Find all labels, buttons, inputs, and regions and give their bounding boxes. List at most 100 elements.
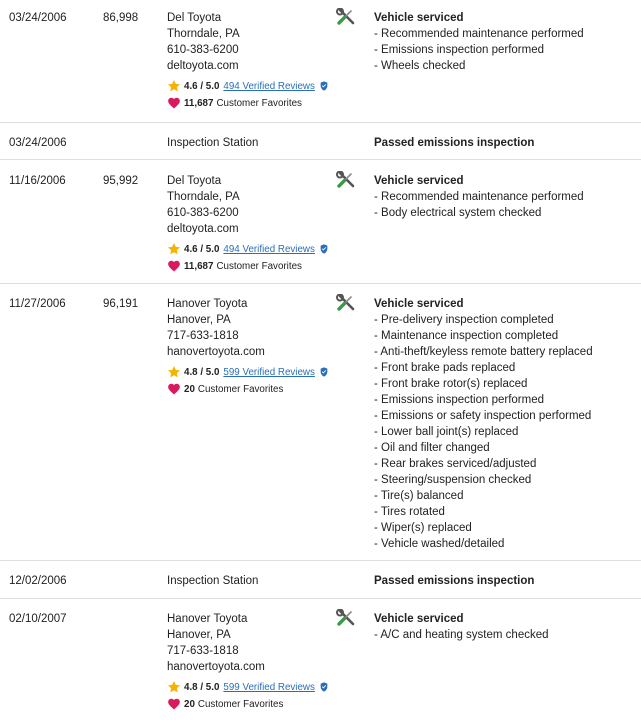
service-item: - Emissions inspection performed <box>374 394 545 406</box>
service-item: - Rear brakes serviced/adjusted <box>374 458 537 470</box>
service-item: - Steering/suspension checked <box>374 474 532 486</box>
service-title: Vehicle serviced <box>374 613 464 625</box>
dealer-phone: 717-633-1818 <box>167 645 239 657</box>
history-row: 03/24/2006 Inspection Station Passed emiss… <box>0 123 641 160</box>
dealer-rating: 4.6 / 5.0 494 Verified Reviews <box>167 78 329 94</box>
dealer-website: deltoyota.com <box>167 223 239 235</box>
service-item: - Front brake rotor(s) replaced <box>374 378 528 390</box>
service-details: Vehicle serviced - Recommended maintenanc… <box>374 10 639 74</box>
service-title: Passed emissions inspection <box>374 575 535 587</box>
record-source: Hanover Toyota Hanover, PA 717-633-1818 han… <box>167 611 329 712</box>
dealer-name: Del Toyota <box>167 12 222 24</box>
service-item: - Tire(s) balanced <box>374 490 464 502</box>
history-row: 03/24/2006 86,998 Del Toyota Thorndale, PA 6… <box>0 0 641 123</box>
service-tools-icon <box>336 170 356 191</box>
dealer-name: Del Toyota <box>167 175 222 187</box>
dealer-location: Hanover, PA <box>167 629 231 641</box>
record-date: 12/02/2006 <box>9 575 67 587</box>
record-mileage: 95,992 <box>103 175 139 187</box>
service-item: - Front brake pads replaced <box>374 362 516 374</box>
service-details: Passed emissions inspection <box>374 573 639 589</box>
record-source: Del Toyota Thorndale, PA 610-383-6200 delto… <box>167 173 329 274</box>
dealer-phone: 610-383-6200 <box>167 207 239 219</box>
verified-badge-icon <box>319 244 329 254</box>
service-item: - Tires rotated <box>374 506 445 518</box>
favorites-label: Customer Favorites <box>197 698 284 710</box>
verified-badge-icon <box>319 81 329 91</box>
service-title: Vehicle serviced <box>374 175 464 187</box>
verified-badge-icon <box>319 682 329 692</box>
dealer-location: Thorndale, PA <box>167 191 240 203</box>
favorites-count: 11,687 <box>184 260 214 272</box>
record-date: 11/27/2006 <box>9 298 66 310</box>
service-item: - Wheels checked <box>374 60 466 72</box>
verified-reviews-link[interactable]: 599 Verified Reviews <box>223 682 315 693</box>
dealer-phone: 717-633-1818 <box>167 330 239 342</box>
source-name: Inspection Station <box>167 575 259 587</box>
dealer-website: hanovertoyota.com <box>167 346 265 358</box>
star-icon <box>167 680 181 694</box>
verified-reviews-link[interactable]: 599 Verified Reviews <box>223 367 315 378</box>
heart-icon <box>167 96 181 110</box>
service-item: - Oil and filter changed <box>374 442 490 454</box>
record-source: Inspection Station <box>167 135 258 151</box>
favorites-count: 20 <box>184 383 195 395</box>
history-row: 12/02/2006 Inspection Station Passed emiss… <box>0 561 641 599</box>
record-mileage: 86,998 <box>103 12 139 24</box>
service-item: - Recommended maintenance performed <box>374 28 584 40</box>
dealer-name: Hanover Toyota <box>167 298 248 310</box>
source-name: Inspection Station <box>167 137 259 149</box>
service-title: Passed emissions inspection <box>374 137 535 149</box>
history-row: 11/16/2006 95,992 Del Toyota Thorndale, PA 6… <box>0 160 641 284</box>
rating-score: 4.6 / 5.0 <box>184 80 220 92</box>
service-tools-icon <box>336 608 356 629</box>
service-item: - Lower ball joint(s) replaced <box>374 426 519 438</box>
favorites-count: 11,687 <box>184 97 214 109</box>
star-icon <box>167 365 181 379</box>
service-item: - Body electrical system checked <box>374 207 542 219</box>
heart-icon <box>167 259 181 273</box>
star-icon <box>167 242 181 256</box>
dealer-location: Thorndale, PA <box>167 28 240 40</box>
record-mileage: 96,191 <box>103 298 139 310</box>
customer-favorites: 11,687 Customer Favorites <box>167 95 329 111</box>
rating-score: 4.6 / 5.0 <box>184 243 220 255</box>
service-details: Vehicle serviced - Pre-delivery inspectio… <box>374 296 639 552</box>
customer-favorites: 20 Customer Favorites <box>167 696 329 712</box>
heart-icon <box>167 697 181 711</box>
service-item: - Anti-theft/keyless remote battery repl… <box>374 346 593 358</box>
service-item: - Wiper(s) replaced <box>374 522 472 534</box>
service-tools-icon <box>336 7 356 28</box>
rating-score: 4.8 / 5.0 <box>184 366 220 378</box>
record-date: 11/16/2006 <box>9 175 66 187</box>
service-item: - Emissions inspection performed <box>374 44 545 56</box>
dealer-name: Hanover Toyota <box>167 613 248 625</box>
service-item: - Emissions or safety inspection perform… <box>374 410 592 422</box>
verified-reviews-link[interactable]: 494 Verified Reviews <box>223 81 315 92</box>
star-icon <box>167 79 181 93</box>
customer-favorites: 20 Customer Favorites <box>167 381 329 397</box>
favorites-label: Customer Favorites <box>216 260 302 272</box>
service-item: - A/C and heating system checked <box>374 629 549 641</box>
dealer-phone: 610-383-6200 <box>167 44 239 56</box>
service-item: - Recommended maintenance performed <box>374 191 584 203</box>
service-item: - Pre-delivery inspection completed <box>374 314 554 326</box>
record-date: 03/24/2006 <box>9 12 67 24</box>
record-date: 02/10/2007 <box>9 613 67 625</box>
service-item: - Maintenance inspection completed <box>374 330 559 342</box>
customer-favorites: 11,687 Customer Favorites <box>167 258 329 274</box>
service-details: Passed emissions inspection <box>374 135 639 151</box>
favorites-label: Customer Favorites <box>197 383 284 395</box>
service-history-table: 03/24/2006 86,998 Del Toyota Thorndale, PA 6… <box>0 0 641 720</box>
verified-reviews-link[interactable]: 494 Verified Reviews <box>223 244 315 255</box>
rating-score: 4.8 / 5.0 <box>184 681 220 693</box>
heart-icon <box>167 382 181 396</box>
record-date: 03/24/2006 <box>9 137 67 149</box>
dealer-rating: 4.8 / 5.0 599 Verified Reviews <box>167 679 329 695</box>
service-item: - Vehicle washed/detailed <box>374 538 505 550</box>
record-source: Inspection Station <box>167 573 258 589</box>
dealer-rating: 4.6 / 5.0 494 Verified Reviews <box>167 241 329 257</box>
service-title: Vehicle serviced <box>374 298 464 310</box>
verified-badge-icon <box>319 367 329 377</box>
favorites-count: 20 <box>184 698 195 710</box>
